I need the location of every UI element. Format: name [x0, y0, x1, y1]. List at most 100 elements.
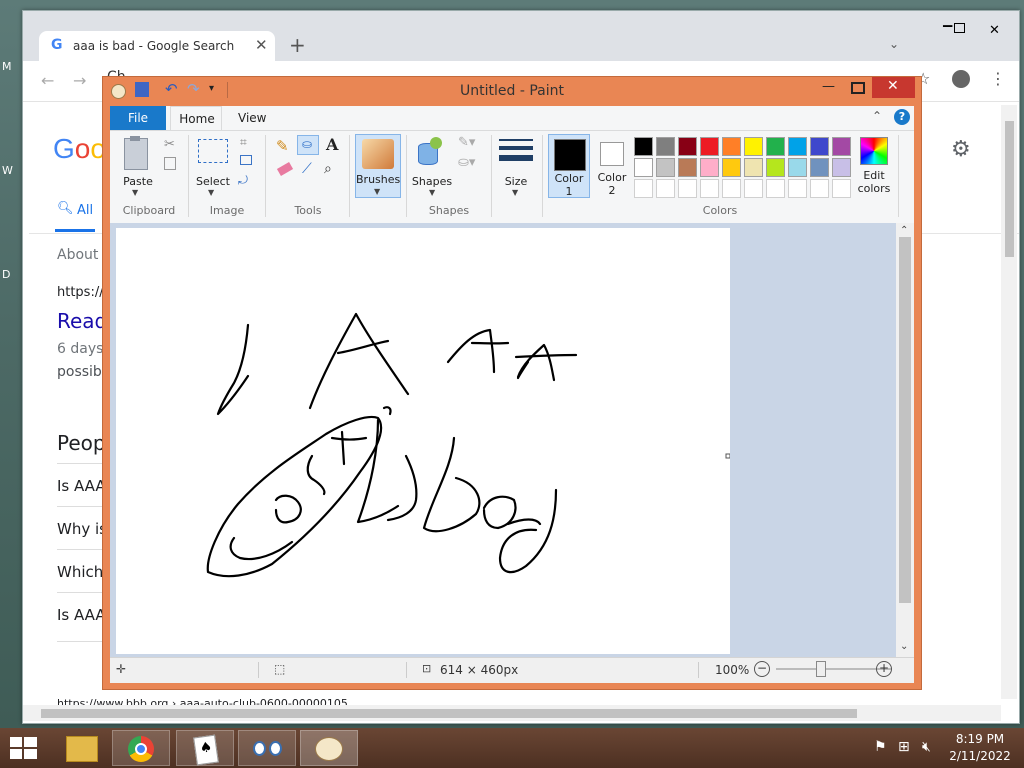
- help-icon[interactable]: ?: [894, 109, 910, 125]
- question-item[interactable]: Is AAA: [57, 477, 106, 495]
- palette-swatch-empty[interactable]: [744, 179, 763, 198]
- shapes-dropdown-icon[interactable]: ▼: [429, 188, 435, 197]
- palette-swatch-empty[interactable]: [810, 179, 829, 198]
- settings-gear-icon[interactable]: ⚙: [951, 137, 971, 162]
- volume-muted-icon[interactable]: 🔇︎: [922, 739, 931, 755]
- paint-close-button[interactable]: ✕: [872, 77, 915, 98]
- profile-avatar-icon[interactable]: [952, 70, 970, 88]
- canvas-vertical-scrollbar[interactable]: ⌃ ⌄: [896, 223, 914, 657]
- palette-swatch[interactable]: [634, 158, 653, 177]
- chrome-maximize-button[interactable]: [954, 23, 965, 33]
- google-logo[interactable]: Goo: [53, 133, 106, 165]
- palette-swatch[interactable]: [766, 158, 785, 177]
- text-tool-icon[interactable]: A: [326, 135, 338, 154]
- paint-minimize-button[interactable]: —: [822, 79, 835, 94]
- zoom-slider-track[interactable]: [776, 668, 892, 670]
- desktop-icon-label[interactable]: W: [2, 164, 13, 177]
- palette-swatch[interactable]: [634, 137, 653, 156]
- question-item[interactable]: Why is: [57, 520, 107, 538]
- color-picker-icon[interactable]: ⟋: [302, 161, 312, 177]
- tab-file[interactable]: File: [110, 106, 166, 130]
- select-dropdown-icon[interactable]: ▼: [208, 188, 214, 197]
- pencil-icon[interactable]: ✎: [276, 137, 289, 155]
- action-center-flag-icon[interactable]: ⚑: [874, 739, 887, 755]
- network-icon[interactable]: ⊞: [898, 739, 910, 755]
- palette-swatch[interactable]: [810, 158, 829, 177]
- taskbar-eyes[interactable]: [238, 730, 296, 766]
- magnifier-icon[interactable]: ⌕: [324, 161, 332, 177]
- back-arrow-icon[interactable]: ←: [41, 71, 54, 90]
- palette-swatch[interactable]: [722, 137, 741, 156]
- chrome-minimize-button[interactable]: ▁: [943, 13, 952, 27]
- zoom-out-button[interactable]: −: [754, 661, 770, 677]
- cut-icon[interactable]: ✂: [164, 137, 175, 152]
- tab-home[interactable]: Home: [170, 106, 222, 131]
- paste-dropdown-icon[interactable]: ▼: [132, 188, 138, 197]
- paint-maximize-button[interactable]: [851, 82, 865, 94]
- outline-icon[interactable]: ✎▾: [458, 135, 475, 150]
- eraser-icon[interactable]: [276, 162, 294, 176]
- size-button[interactable]: Size: [496, 175, 536, 188]
- palette-swatch[interactable]: [656, 158, 675, 177]
- palette-swatch-empty[interactable]: [722, 179, 741, 198]
- palette-swatch[interactable]: [832, 158, 851, 177]
- size-dropdown-icon[interactable]: ▼: [512, 188, 518, 197]
- scrollbar-thumb[interactable]: [41, 709, 857, 718]
- search-tab-all[interactable]: All: [77, 203, 93, 218]
- result-title[interactable]: Read: [57, 309, 107, 333]
- ribbon-collapse-icon[interactable]: ⌃: [872, 109, 882, 123]
- palette-swatch[interactable]: [700, 158, 719, 177]
- palette-swatch[interactable]: [722, 158, 741, 177]
- palette-swatch-empty[interactable]: [656, 179, 675, 198]
- shapes-button[interactable]: Shapes: [409, 175, 455, 188]
- edit-colors-label-line1[interactable]: Edit: [852, 169, 896, 182]
- copy-icon[interactable]: [164, 157, 176, 170]
- palette-swatch-empty[interactable]: [766, 179, 785, 198]
- paint-title-bar[interactable]: ↶ ↷ ▾ Untitled - Paint — ✕: [103, 77, 921, 105]
- desktop-icon-label[interactable]: D: [2, 268, 10, 281]
- crop-icon[interactable]: ⌗: [240, 135, 247, 150]
- clock-date[interactable]: 2/11/2022: [946, 749, 1014, 763]
- palette-swatch[interactable]: [678, 158, 697, 177]
- palette-swatch[interactable]: [700, 137, 719, 156]
- scroll-up-icon[interactable]: ⌃: [900, 225, 908, 236]
- size-icon[interactable]: [499, 137, 533, 167]
- clock-time[interactable]: 8:19 PM: [946, 732, 1014, 746]
- palette-swatch[interactable]: [678, 137, 697, 156]
- scroll-down-icon[interactable]: ⌄: [900, 641, 908, 652]
- paste-icon[interactable]: [118, 136, 154, 172]
- scrollbar-thumb[interactable]: [1005, 121, 1014, 257]
- palette-swatch-empty[interactable]: [634, 179, 653, 198]
- palette-swatch[interactable]: [766, 137, 785, 156]
- fill-tool-button[interactable]: ⛀: [297, 135, 319, 155]
- paste-button[interactable]: Paste: [118, 175, 158, 188]
- result-url-bottom[interactable]: https://www.bbb.org › aaa-auto-club-0600…: [57, 697, 362, 705]
- palette-swatch-empty[interactable]: [678, 179, 697, 198]
- tab-close-icon[interactable]: ✕: [255, 36, 268, 54]
- palette-swatch[interactable]: [744, 158, 763, 177]
- scrollbar-thumb[interactable]: [899, 237, 911, 603]
- palette-swatch[interactable]: [788, 137, 807, 156]
- shapes-icon[interactable]: [416, 137, 444, 165]
- fill-icon[interactable]: ⛀▾: [458, 155, 475, 170]
- horizontal-scrollbar[interactable]: [23, 705, 1001, 721]
- edit-colors-icon[interactable]: [860, 137, 888, 165]
- color2-button[interactable]: Color 2: [594, 134, 634, 198]
- start-button[interactable]: [10, 737, 38, 761]
- palette-swatch-empty[interactable]: [832, 179, 851, 198]
- new-tab-button[interactable]: +: [289, 33, 306, 57]
- palette-swatch[interactable]: [832, 137, 851, 156]
- taskbar-file-explorer[interactable]: [52, 730, 110, 766]
- chrome-close-button[interactable]: ✕: [989, 23, 1000, 38]
- taskbar-chrome[interactable]: [112, 730, 170, 766]
- tab-search-icon[interactable]: ⌄: [889, 37, 899, 51]
- color1-button[interactable]: Color 1: [548, 134, 590, 198]
- taskbar-solitaire[interactable]: ♠: [176, 730, 234, 766]
- palette-swatch[interactable]: [788, 158, 807, 177]
- desktop-icon-label[interactable]: M: [2, 60, 12, 73]
- tab-view[interactable]: View: [238, 111, 266, 125]
- edit-colors-label-line2[interactable]: colors: [852, 182, 896, 195]
- question-item[interactable]: Which: [57, 563, 103, 581]
- palette-swatch[interactable]: [656, 137, 675, 156]
- palette-swatch[interactable]: [744, 137, 763, 156]
